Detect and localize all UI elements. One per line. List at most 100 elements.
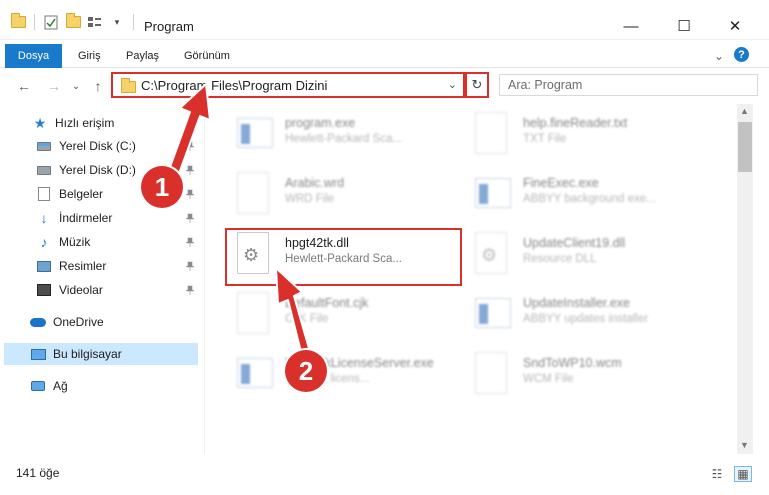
ribbon-tabs: Dosya Giriş Paylaş Görünüm ⌄ ? [0, 40, 769, 100]
sidebar-item-label: Yerel Disk (C:) [59, 139, 136, 153]
file-type: Resource DLL [523, 253, 597, 265]
file-item[interactable]: Arabic.wrd WRD File [217, 166, 457, 222]
pin-icon[interactable] [185, 260, 195, 274]
pin-icon[interactable] [185, 140, 195, 154]
file-type: WCM File [523, 373, 574, 385]
customize-toolbar-icon[interactable] [87, 14, 103, 30]
file-name: DefaultFont.cjk [285, 296, 369, 310]
file-type: TXT File [523, 133, 567, 145]
file-item[interactable]: NetworkLicenseServer.exe Network licens.… [217, 346, 457, 402]
properties-icon[interactable] [43, 14, 59, 30]
file-name: help.fineReader.txt [523, 116, 628, 130]
file-item[interactable]: UpdateInstaller.exe ABBYY updates instal… [455, 286, 695, 342]
sidebar-item-label: OneDrive [53, 315, 104, 329]
divider [133, 14, 134, 30]
title-bar: ▾ Program — ☐ ✕ [0, 0, 769, 40]
drive-icon [36, 162, 52, 178]
sidebar-item-pictures[interactable]: Resimler [36, 255, 236, 277]
refresh-button[interactable]: ↻ [465, 72, 489, 98]
sidebar-item-onedrive[interactable]: OneDrive [30, 311, 230, 333]
recent-locations-button[interactable]: ⌄ [66, 76, 86, 96]
sidebar-item-label: Ağ [53, 379, 68, 393]
file-type: Hewlett-Packard Sca... [285, 133, 402, 145]
sidebar-item-label: Videolar [59, 283, 103, 297]
tab-view[interactable]: Görünüm [178, 44, 236, 68]
file-type: WRD File [285, 193, 335, 205]
pin-icon[interactable] [185, 284, 195, 298]
details-view-button[interactable]: ☷ [708, 466, 726, 482]
close-button[interactable]: ✕ [715, 12, 755, 40]
sidebar-item-documents[interactable]: Belgeler [36, 183, 236, 205]
search-placeholder: Ara: Program [508, 78, 583, 92]
sidebar-item-label: Müzik [59, 235, 91, 249]
sidebar-item-downloads[interactable]: ↓ İndirmeler [36, 207, 236, 229]
pin-icon[interactable] [185, 188, 195, 202]
vertical-scrollbar[interactable]: ▲ ▼ [737, 104, 753, 454]
file-type: ABBYY updates installer [523, 313, 649, 325]
sidebar-item-label: İndirmeler [59, 211, 113, 225]
file-type: CJK File [285, 313, 329, 325]
file-item[interactable]: FineExec.exe ABBYY background exe... [455, 166, 695, 222]
file-icon [475, 352, 509, 394]
address-bar[interactable]: C:\Program Files\Program Dizini ⌄ [111, 72, 465, 98]
folder-icon [121, 78, 136, 93]
sidebar-item-quick-access[interactable]: ★ Hızlı erişim [32, 112, 232, 134]
minimize-button[interactable]: — [611, 12, 651, 40]
application-icon [475, 292, 511, 334]
sidebar-item-label: Resimler [59, 259, 107, 273]
expand-ribbon-icon[interactable]: ⌄ [708, 44, 730, 68]
sidebar-item-network[interactable]: Ağ [30, 375, 230, 397]
file-item[interactable]: help.fineReader.txt TXT File [455, 106, 695, 162]
forward-button[interactable]: → [44, 76, 64, 96]
file-item[interactable]: DefaultFont.cjk CJK File [217, 286, 457, 342]
videos-icon [36, 282, 52, 298]
chevron-down-icon[interactable]: ▾ [109, 14, 125, 30]
document-icon [36, 186, 52, 202]
file-item[interactable]: SndToWP10.wcm WCM File [455, 346, 695, 402]
application-icon [475, 172, 511, 214]
file-icon [237, 172, 271, 214]
scrollbar-thumb[interactable] [738, 122, 752, 172]
address-path[interactable]: C:\Program Files\Program Dizini [141, 78, 327, 93]
sidebar-item-local-disk-d[interactable]: Yerel Disk (D:) [36, 159, 236, 181]
file-icon [237, 292, 271, 334]
pin-icon[interactable] [185, 212, 195, 226]
back-button[interactable]: ← [14, 76, 34, 96]
pin-icon[interactable] [185, 236, 195, 250]
pin-icon[interactable] [185, 164, 195, 178]
sidebar-item-label: Belgeler [59, 187, 104, 201]
sidebar-item-label: Bu bilgisayar [53, 347, 122, 361]
step-2-badge: 2 [285, 350, 327, 392]
tab-share[interactable]: Paylaş [120, 44, 165, 68]
scroll-down-icon[interactable]: ▼ [740, 440, 749, 450]
maximize-button[interactable]: ☐ [664, 12, 704, 40]
file-name: program.exe [285, 116, 356, 130]
sidebar-item-local-disk-c[interactable]: Yerel Disk (C:) [36, 135, 236, 157]
sidebar-item-this-pc[interactable]: Bu bilgisayar [4, 343, 198, 365]
search-input[interactable]: Ara: Program [499, 74, 758, 96]
sidebar-item-videos[interactable]: Videolar [36, 279, 236, 301]
up-button[interactable]: ↑ [88, 76, 108, 96]
large-icons-view-button[interactable]: ▦ [734, 466, 752, 482]
network-icon [30, 378, 46, 394]
file-item[interactable]: program.exe Hewlett-Packard Sca... [217, 106, 457, 162]
sidebar-item-label: Yerel Disk (D:) [59, 163, 136, 177]
file-item[interactable]: UpdateClient19.dll Resource DLL [455, 226, 695, 282]
application-icon [237, 352, 273, 394]
file-name: Arabic.wrd [285, 176, 345, 190]
star-icon: ★ [33, 114, 47, 131]
folder-icon[interactable] [10, 13, 26, 30]
tab-home[interactable]: Giriş [72, 44, 107, 68]
address-dropdown-icon[interactable]: ⌄ [448, 78, 457, 91]
scroll-up-icon[interactable]: ▲ [740, 106, 749, 116]
new-folder-icon[interactable] [65, 13, 81, 30]
file-name: FineExec.exe [523, 176, 599, 190]
file-name: UpdateClient19.dll [523, 236, 626, 250]
file-type: ABBYY background exe... [523, 193, 656, 205]
application-icon [237, 112, 273, 154]
divider [34, 14, 35, 30]
help-icon[interactable]: ? [734, 47, 749, 62]
sidebar-item-label: Hızlı erişim [55, 116, 115, 130]
navigation-pane: ★ Hızlı erişim Yerel Disk (C:) Yerel Dis… [0, 104, 205, 454]
sidebar-item-music[interactable]: ♪ Müzik [36, 231, 236, 253]
